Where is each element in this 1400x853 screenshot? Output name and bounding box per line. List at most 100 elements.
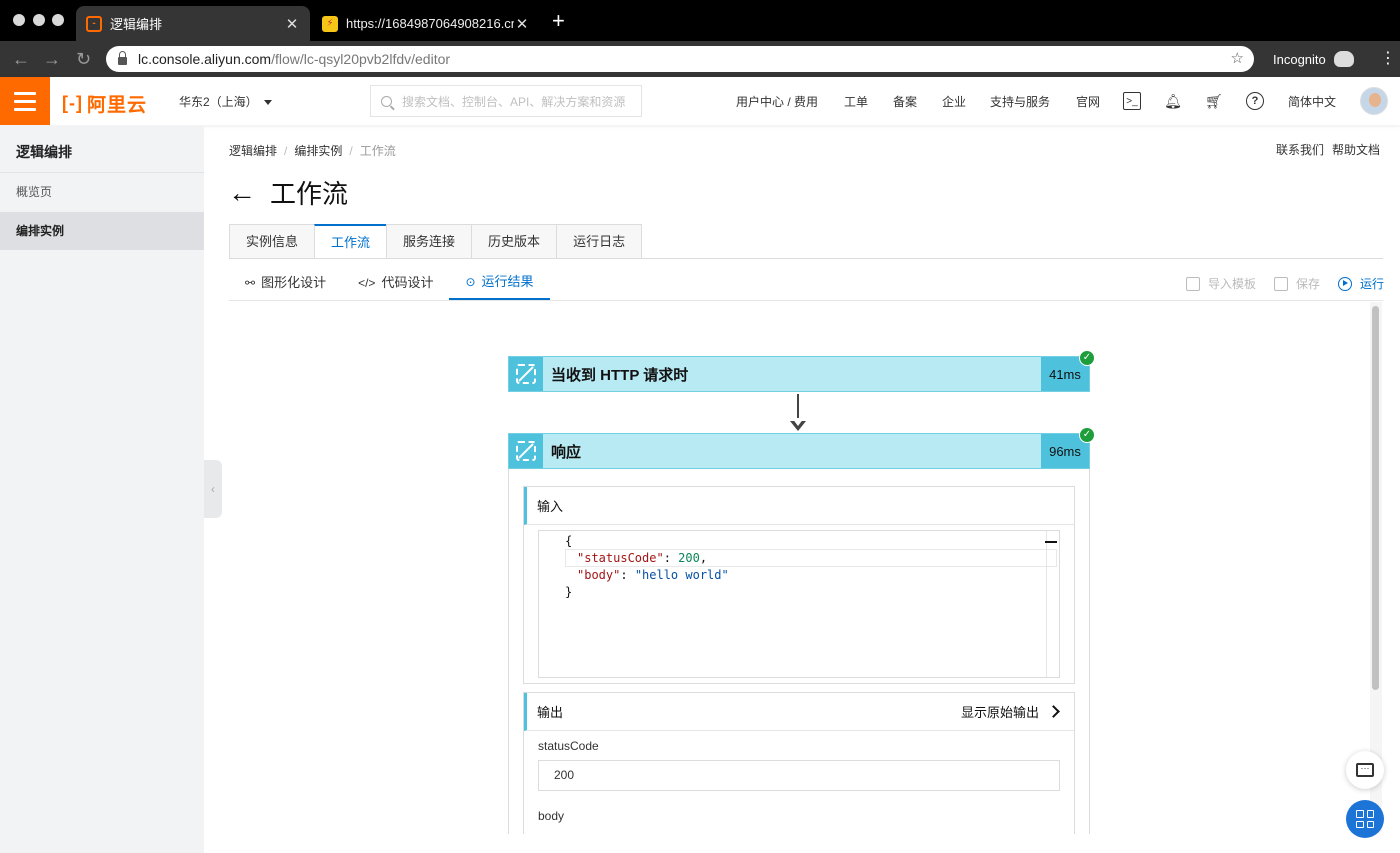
tab-service-connection[interactable]: 服务连接: [386, 224, 472, 259]
subtab-label: 图形化设计: [261, 275, 327, 290]
tab-workflow[interactable]: 工作流: [314, 224, 387, 259]
response-node-icon: [509, 434, 543, 468]
minimap-marker: [1045, 541, 1057, 543]
notification-bell-icon[interactable]: 🔔︎: [1164, 92, 1182, 110]
action-label: 导入模板: [1207, 277, 1256, 291]
org-chart-icon: ⚯: [245, 276, 256, 290]
window-minimize-dot[interactable]: [33, 14, 45, 26]
subtab-graphic-design[interactable]: ⚯ 图形化设计: [229, 266, 342, 300]
sidebar-title: 逻辑编排: [16, 144, 72, 160]
aliyun-favicon-icon: -: [86, 15, 102, 32]
subtab-code-design[interactable]: </> 代码设计: [342, 266, 449, 300]
back-nav-icon[interactable]: ←: [12, 48, 30, 70]
arrow-down-icon: [790, 418, 806, 431]
aliyun-logo[interactable]: [-] 阿里云: [62, 90, 147, 117]
nav-user-center[interactable]: 用户中心 / 费用: [736, 93, 818, 110]
code-icon: </>: [358, 276, 376, 290]
logo-text: 阿里云: [86, 95, 147, 116]
apps-grid-icon: [1356, 810, 1374, 828]
save-button[interactable]: 保存: [1273, 275, 1320, 292]
scrollbar-thumb[interactable]: [1372, 306, 1379, 690]
browser-tab-inactive[interactable]: ⚡ https://1684987064908216.cn ✕: [312, 6, 540, 41]
page-links: 联系我们 帮助文档: [1268, 141, 1380, 158]
action-label: 运行: [1359, 277, 1384, 291]
nav-enterprise[interactable]: 企业: [942, 93, 966, 110]
code-line: "statusCode": 200,: [577, 551, 708, 565]
forward-nav-icon[interactable]: →: [43, 48, 61, 70]
tab-run-logs[interactable]: 运行日志: [556, 224, 643, 259]
field-label-statuscode: statusCode: [538, 739, 599, 753]
tab-close-icon[interactable]: ✕: [514, 15, 530, 33]
editor-actions: 导入模板 保存 运行: [1168, 275, 1384, 292]
incognito-indicator[interactable]: Incognito: [1273, 51, 1354, 67]
apps-button[interactable]: [1346, 800, 1384, 838]
subtabs-divider: [229, 300, 1383, 301]
subtab-label: 运行结果: [481, 274, 534, 289]
import-template-button[interactable]: 导入模板: [1185, 275, 1256, 292]
output-title: 输出: [537, 705, 564, 720]
sidebar: 逻辑编排 概览页 编排实例: [0, 126, 204, 853]
raw-output-label: 显示原始输出: [960, 705, 1039, 720]
code-line: }: [565, 585, 573, 599]
success-check-icon: ✓: [1079, 427, 1095, 443]
action-label: 保存: [1295, 277, 1320, 291]
flow-node-http-trigger[interactable]: 当收到 HTTP 请求时 41ms: [508, 356, 1090, 392]
sidebar-collapse-handle[interactable]: ‹: [204, 460, 222, 518]
nav-ticket[interactable]: 工单: [844, 93, 868, 110]
sidebar-item-overview[interactable]: 概览页: [0, 173, 204, 211]
bookmark-star-icon[interactable]: ☆: [1231, 49, 1244, 67]
chat-icon: ···: [1356, 763, 1374, 777]
nav-icp-filing[interactable]: 备案: [893, 93, 917, 110]
aliyun-logo-icon: [-]: [62, 93, 83, 113]
breadcrumb-item[interactable]: 逻辑编排: [229, 144, 277, 158]
window-maximize-dot[interactable]: [52, 14, 64, 26]
help-icon[interactable]: ?: [1246, 92, 1264, 110]
chat-feedback-button[interactable]: ···: [1346, 751, 1384, 789]
show-raw-output-link[interactable]: 显示原始输出: [960, 702, 1060, 721]
search-placeholder: 搜索文档、控制台、API、解决方案和资源: [402, 94, 626, 109]
node-label: 当收到 HTTP 请求时: [551, 366, 689, 384]
search-icon: [381, 95, 392, 107]
menu-hamburger-icon[interactable]: [0, 77, 50, 125]
language-switch[interactable]: 简体中文: [1288, 93, 1336, 110]
browser-tab-bar: - 逻辑编排 ✕ ⚡ https://1684987064908216.cn ✕…: [0, 0, 1400, 41]
reload-icon[interactable]: ↻: [76, 48, 91, 70]
run-button[interactable]: 运行: [1337, 275, 1384, 292]
browser-menu-icon[interactable]: ⋮: [1380, 49, 1396, 69]
input-title: 输入: [537, 499, 564, 514]
play-icon: [1337, 276, 1352, 291]
tab-title: 逻辑编排: [110, 17, 163, 32]
success-check-icon: ✓: [1079, 350, 1095, 366]
breadcrumb: 逻辑编排 / 编排实例 / 工作流: [229, 144, 396, 158]
cloud-shell-icon[interactable]: >_: [1123, 92, 1141, 110]
input-code-editor[interactable]: { "statusCode": 200, "body": "hello worl…: [538, 530, 1060, 678]
breadcrumb-item[interactable]: 编排实例: [294, 144, 342, 158]
tab-history-version[interactable]: 历史版本: [471, 224, 557, 259]
region-selector[interactable]: 华东2（上海）: [179, 93, 272, 110]
help-docs-link[interactable]: 帮助文档: [1332, 143, 1380, 157]
subtab-label: 代码设计: [381, 275, 434, 290]
nav-official-site[interactable]: 官网: [1076, 93, 1100, 110]
tab-instance-info[interactable]: 实例信息: [229, 224, 315, 259]
subtab-run-result[interactable]: ⊙ 运行结果: [449, 266, 550, 300]
editor-ruler: [1046, 531, 1047, 677]
sidebar-item-instances[interactable]: 编排实例: [0, 212, 204, 250]
cart-icon[interactable]: 🛒︎: [1205, 92, 1223, 110]
contact-us-link[interactable]: 联系我们: [1276, 143, 1324, 157]
window-close-dot[interactable]: [13, 14, 25, 26]
page-header: ← 工作流: [228, 174, 348, 211]
tab-close-icon[interactable]: ✕: [284, 15, 300, 33]
nav-support[interactable]: 支持与服务: [990, 93, 1050, 110]
caret-down-icon: [263, 100, 272, 106]
address-bar[interactable]: lc.console.aliyun.com/flow/lc-qsyl20pvb2…: [106, 46, 1254, 72]
user-avatar[interactable]: [1360, 87, 1388, 115]
url-path: /flow/lc-qsyl20pvb2lfdv/editor: [271, 51, 451, 67]
back-arrow-icon[interactable]: ←: [228, 177, 256, 208]
main-tabs: 实例信息 工作流 服务连接 历史版本 运行日志: [229, 224, 643, 259]
global-search-input[interactable]: 搜索文档、控制台、API、解决方案和资源: [370, 85, 642, 117]
browser-tab-active[interactable]: - 逻辑编排 ✕: [76, 6, 310, 41]
flow-node-response[interactable]: 响应 96ms: [508, 433, 1090, 469]
incognito-label: Incognito: [1273, 51, 1326, 67]
new-tab-button[interactable]: +: [552, 10, 565, 32]
url-host: lc.console.aliyun.com: [138, 51, 272, 67]
